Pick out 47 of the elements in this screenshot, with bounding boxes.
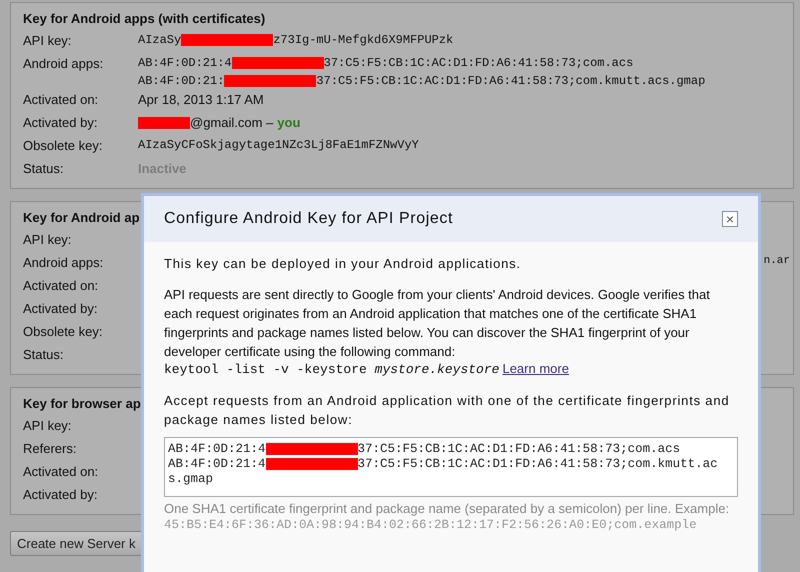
fingerprints-field[interactable]: AB:4F:0D:21:4 37:C5:F5:CB:1C:AC:D1:FD:A6:41:58:73;com.acs AB:4F:0D:21:4 37:C5:F5:CB:1C:AC:D1:FD:A6:41:58:73;com.kmutt.ac s.gmap [164,437,738,497]
field-label: API key: [23,231,72,247]
command-text: keytool -list -v -keystore mystore.keystore [164,362,500,377]
field-label: Activated by: [23,486,98,502]
field-value: Apr 18, 2013 1:17 AM [138,92,264,107]
field-text: 37:C5:F5:CB:1C:AC:D1:FD:A6:41:58:73;com.kmutt.ac [358,457,718,471]
field-value: AIzaSyCFoSkjagytage1NZc3Lj8FaE1mFZNwVyY [138,138,419,152]
card-title: Key for browser ap [23,396,141,411]
field-text: s.gmap [168,472,214,486]
field-label: API key: [23,32,72,48]
field-label: Obsolete key: [23,323,104,339]
create-key-button[interactable]: Create new Server k [10,531,142,556]
close-button[interactable]: × [722,211,738,227]
field-label: Activated on: [23,463,100,479]
field-value: AIzaSy [138,33,182,47]
field-text: 37:C5:F5:CB:1C:AC:D1:FD:A6:41:58:73;com.acs [358,442,680,456]
you-label: you [277,115,300,130]
field-label: Android apps: [23,55,104,71]
field-label: Status: [23,160,64,176]
field-value: AB:4F:0D:21:4 [138,56,232,70]
accept-label: Accept requests from an Android application with one of the certificate fingerprints and package names listed below: [164,392,730,429]
field-value: AB:4F:0D:21: [138,74,224,88]
redaction-mark [138,116,190,128]
field-text: AB:4F:0D:21:4 [168,457,266,471]
field-label: Referers: [23,440,78,456]
field-value: z73Ig-mU-Mefgkd6X9MFPUPzk [273,33,454,47]
field-value: @gmail.com – [190,115,274,130]
example-text: 45:B5:E4:6F:36:AD:0A:98:94:B4:02:66:2B:12:17:F2:56:26:A0:E0;com.example [164,518,698,532]
field-label: Obsolete key: [23,137,104,153]
field-value: n.ar [764,255,790,267]
field-label: Activated by: [23,300,98,316]
field-label: Activated on: [23,277,100,293]
field-label: Status: [23,346,64,362]
field-label: Activated on: [23,91,100,107]
field-label: Activated by: [23,114,98,130]
field-value: 37:C5:F5:CB:1C:AC:D1:FD:A6:41:58:73;com.kmutt.acs.gmap [316,74,706,88]
card-title: Key for Android ap [23,210,140,225]
field-label: API key: [23,417,72,433]
field-text: AB:4F:0D:21:4 [168,442,266,456]
explanation-text: API requests are sent directly to Google from your clients' Android devices. Google verifies that each request originates from an Android application that matches one of the certificate SHA1 fingerprints and package names listed below. You can discover the SHA1 fingerprint of your developer certificate using the following command: [164,286,711,361]
help-text: One SHA1 certificate fingerprint and package name (separated by a semicolon) per line. Example: [164,501,730,516]
card-title: Key for Android apps (with certificates) [23,11,266,26]
dialog-title: Configure Android Key for API Project [164,210,454,228]
field-value: 37:C5:F5:CB:1C:AC:D1:FD:A6:41:58:73;com.acs [324,56,634,70]
field-label: Android apps: [23,254,104,270]
learn-more-link[interactable]: Learn more [502,361,569,376]
intro-text: This key can be deployed in your Android applications. [164,256,522,271]
